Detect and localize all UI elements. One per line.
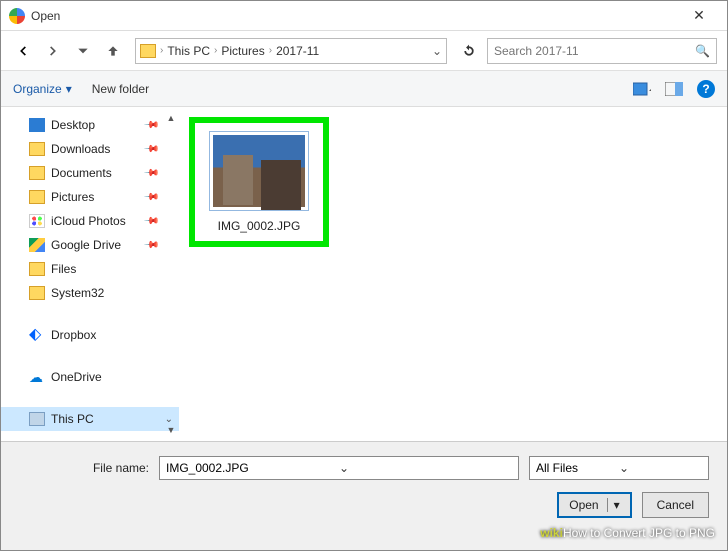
- scroll-down-icon[interactable]: ▼: [167, 425, 176, 435]
- filename-input[interactable]: IMG_0002.JPG ⌄: [159, 456, 519, 480]
- organize-menu[interactable]: Organize▾: [13, 82, 72, 96]
- filetype-value: All Files: [536, 461, 619, 475]
- gdrive-icon: [29, 238, 45, 252]
- app-icon: [9, 8, 25, 24]
- file-name-label: IMG_0002.JPG: [218, 219, 301, 233]
- search-box[interactable]: 🔍: [487, 38, 717, 64]
- icloud-icon: [29, 214, 45, 228]
- folder-icon: [29, 286, 45, 300]
- file-list[interactable]: IMG_0002.JPG: [179, 107, 727, 441]
- new-folder-button[interactable]: New folder: [92, 82, 149, 96]
- back-button[interactable]: [11, 39, 35, 63]
- scroll-up-icon[interactable]: ▲: [167, 113, 176, 123]
- pin-icon: 📌: [142, 237, 159, 254]
- breadcrumb-pictures[interactable]: Pictures: [221, 44, 264, 58]
- search-icon[interactable]: 🔍: [695, 44, 710, 58]
- dialog-body: Desktop📌 Downloads📌 Documents📌 Pictures📌…: [1, 107, 727, 441]
- address-dropdown[interactable]: ⌄: [432, 44, 442, 58]
- recent-dropdown[interactable]: [71, 39, 95, 63]
- pin-icon: 📌: [142, 141, 159, 158]
- filename-label: File name:: [19, 461, 149, 475]
- titlebar: Open ✕: [1, 1, 727, 31]
- close-button[interactable]: ✕: [679, 7, 719, 24]
- sidebar-item-documents[interactable]: Documents📌: [1, 161, 179, 185]
- filename-value: IMG_0002.JPG: [166, 461, 339, 475]
- chevron-down-icon: ▾: [66, 82, 72, 96]
- sidebar-item-files[interactable]: Files: [1, 257, 179, 281]
- folder-icon: [29, 190, 45, 204]
- pin-icon: 📌: [142, 165, 159, 182]
- pin-icon: 📌: [142, 213, 159, 230]
- sidebar-item-pictures[interactable]: Pictures📌: [1, 185, 179, 209]
- sidebar-scrollbar[interactable]: ▲▼: [165, 113, 177, 435]
- file-thumbnail: [209, 131, 309, 211]
- pin-icon: 📌: [142, 117, 159, 134]
- onedrive-icon: ☁: [29, 370, 45, 384]
- open-dialog: Open ✕ › This PC › Pictures › 2017-11 ⌄ …: [0, 0, 728, 551]
- address-bar[interactable]: › This PC › Pictures › 2017-11 ⌄: [135, 38, 447, 64]
- filetype-select[interactable]: All Files ⌄: [529, 456, 709, 480]
- sidebar-item-desktop[interactable]: Desktop📌: [1, 113, 179, 137]
- cancel-button[interactable]: Cancel: [642, 492, 709, 518]
- folder-icon: [29, 166, 45, 180]
- refresh-button[interactable]: [457, 39, 481, 63]
- forward-button[interactable]: [41, 39, 65, 63]
- breadcrumb-this-pc[interactable]: This PC: [167, 44, 210, 58]
- sidebar-item-this-pc[interactable]: This PC⌄: [1, 407, 179, 431]
- open-split-dropdown[interactable]: ▾: [607, 498, 620, 512]
- chevron-right-icon: ›: [160, 45, 163, 56]
- folder-icon: [140, 44, 156, 58]
- dropbox-icon: ⬖: [29, 328, 45, 342]
- up-button[interactable]: [101, 39, 125, 63]
- pin-icon: 📌: [142, 189, 159, 206]
- help-icon[interactable]: ?: [697, 80, 715, 98]
- nav-row: › This PC › Pictures › 2017-11 ⌄ 🔍: [1, 31, 727, 71]
- sidebar-item-dropbox[interactable]: ⬖Dropbox: [1, 323, 179, 347]
- breadcrumb-folder[interactable]: 2017-11: [276, 44, 319, 58]
- chevron-right-icon: ›: [269, 45, 272, 56]
- sidebar-item-gdrive[interactable]: Google Drive📌: [1, 233, 179, 257]
- window-title: Open: [31, 9, 679, 23]
- sidebar-item-onedrive[interactable]: ☁OneDrive: [1, 365, 179, 389]
- sidebar: Desktop📌 Downloads📌 Documents📌 Pictures📌…: [1, 107, 179, 441]
- sidebar-item-icloud[interactable]: iCloud Photos📌: [1, 209, 179, 233]
- filename-dropdown[interactable]: ⌄: [339, 461, 512, 475]
- chevron-right-icon: ›: [214, 45, 217, 56]
- preview-pane-button[interactable]: [665, 81, 683, 97]
- pc-icon: [29, 412, 45, 426]
- folder-icon: [29, 262, 45, 276]
- view-thumbnails-button[interactable]: [633, 81, 651, 97]
- search-input[interactable]: [494, 44, 695, 58]
- desktop-icon: [29, 118, 45, 132]
- watermark: wikiHow to Convert JPG to PNG: [540, 526, 715, 540]
- toolbar: Organize▾ New folder ?: [1, 71, 727, 107]
- sidebar-item-system32[interactable]: System32: [1, 281, 179, 305]
- filetype-dropdown[interactable]: ⌄: [619, 461, 702, 475]
- file-item-selected[interactable]: IMG_0002.JPG: [189, 117, 329, 247]
- sidebar-item-downloads[interactable]: Downloads📌: [1, 137, 179, 161]
- folder-icon: [29, 142, 45, 156]
- open-button[interactable]: Open ▾: [557, 492, 631, 518]
